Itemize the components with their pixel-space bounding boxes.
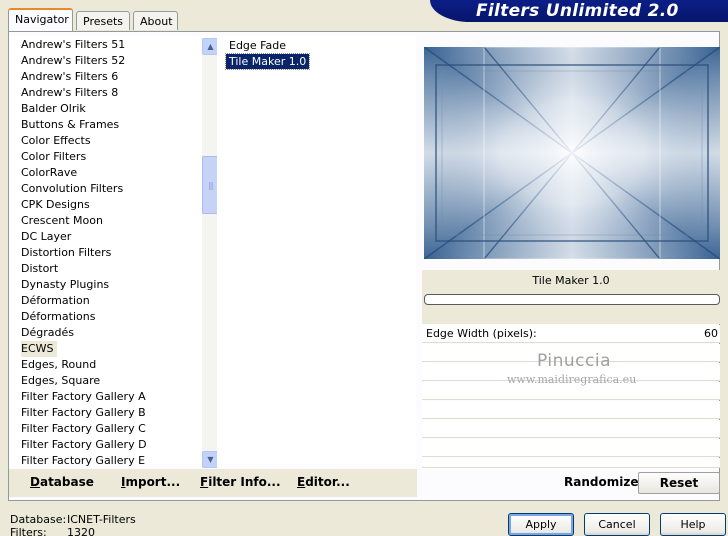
help-button[interactable]: Help: [660, 513, 726, 536]
reset-button[interactable]: Reset: [638, 472, 720, 494]
param-label: Edge Width (pixels):: [426, 327, 537, 340]
category-item[interactable]: Filter Factory Gallery E: [21, 453, 148, 469]
apply-button[interactable]: Apply: [508, 513, 574, 536]
filter-preview-image: [424, 47, 720, 259]
param-row: [422, 401, 720, 419]
watermark-name: Pinuccia: [537, 351, 611, 371]
watermark-url: www.maidiregrafica.eu: [507, 373, 637, 386]
category-item[interactable]: ColorRave: [21, 165, 80, 181]
status-filters-value: 1320: [67, 526, 95, 536]
category-item[interactable]: Crescent Moon: [21, 213, 106, 229]
status-database: Database: ICNET-Filters: [10, 513, 136, 526]
category-item[interactable]: Andrew's Filters 8: [21, 85, 121, 101]
category-item[interactable]: Balder Olrik: [21, 101, 89, 117]
filter-list[interactable]: Edge Fade Tile Maker 1.0: [217, 36, 416, 468]
category-item[interactable]: Distort: [21, 261, 61, 277]
editor-button[interactable]: Editor...: [297, 475, 350, 489]
randomize-button[interactable]: Randomize: [564, 475, 638, 489]
status-database-value: ICNET-Filters: [67, 513, 136, 526]
tab-navigator[interactable]: Navigator: [8, 8, 73, 31]
category-item[interactable]: Dégradés: [21, 325, 77, 341]
category-item[interactable]: Buttons & Frames: [21, 117, 122, 133]
category-item[interactable]: ECWS: [21, 341, 57, 357]
category-item[interactable]: Filter Factory Gallery C: [21, 421, 149, 437]
filter-progress-bar: [424, 294, 720, 305]
filter-item-edge-fade[interactable]: Edge Fade: [226, 38, 289, 53]
category-item[interactable]: Dynasty Plugins: [21, 277, 112, 293]
category-item[interactable]: Déformations: [21, 309, 98, 325]
status-filters: Filters: 1320: [10, 526, 95, 536]
category-list[interactable]: Andrew's Filters 51 Andrew's Filters 52 An…: [9, 36, 219, 469]
category-item[interactable]: Color Effects: [21, 133, 94, 149]
cancel-button[interactable]: Cancel: [584, 513, 650, 536]
category-item[interactable]: Filter Factory Gallery B: [21, 405, 149, 421]
category-item[interactable]: Edges, Round: [21, 357, 99, 373]
filter-info-button[interactable]: Filter Info...: [200, 475, 281, 489]
category-item[interactable]: DC Layer: [21, 229, 74, 245]
category-item[interactable]: Andrew's Filters 52: [21, 53, 128, 69]
database-button[interactable]: Database: [30, 475, 94, 489]
status-filters-label: Filters:: [10, 526, 47, 536]
app-title: Filters Unlimited 2.0: [476, 1, 679, 21]
category-item[interactable]: Filter Factory Gallery D: [21, 437, 150, 453]
tab-presets[interactable]: Presets: [76, 11, 130, 30]
param-row: [422, 439, 720, 457]
filter-name: Tile Maker 1.0: [532, 274, 610, 287]
filter-item-tile-maker[interactable]: Tile Maker 1.0: [224, 53, 311, 70]
category-item[interactable]: Andrew's Filters 51: [21, 37, 128, 53]
filter-info-area: Tile Maker 1.0: [422, 270, 720, 324]
category-item[interactable]: Andrew's Filters 6: [21, 69, 121, 85]
category-item[interactable]: CPK Designs: [21, 197, 93, 213]
import-button[interactable]: Import...: [121, 475, 180, 489]
category-item[interactable]: Filter Factory Gallery A: [21, 389, 149, 405]
category-item[interactable]: Convolution Filters: [21, 181, 126, 197]
status-database-label: Database:: [10, 513, 67, 526]
tab-about[interactable]: About: [133, 11, 178, 30]
filter-toolbar: Database Import... Filter Info... Editor…: [9, 469, 417, 497]
param-value[interactable]: 60: [704, 327, 718, 340]
param-row: [422, 458, 720, 468]
category-item[interactable]: Color Filters: [21, 149, 89, 165]
category-item[interactable]: Distortion Filters: [21, 245, 114, 261]
param-row-edge-width[interactable]: Edge Width (pixels): 60: [422, 325, 720, 343]
param-row: [422, 420, 720, 438]
category-item[interactable]: Edges, Square: [21, 373, 103, 389]
category-item[interactable]: Déformation: [21, 293, 93, 309]
